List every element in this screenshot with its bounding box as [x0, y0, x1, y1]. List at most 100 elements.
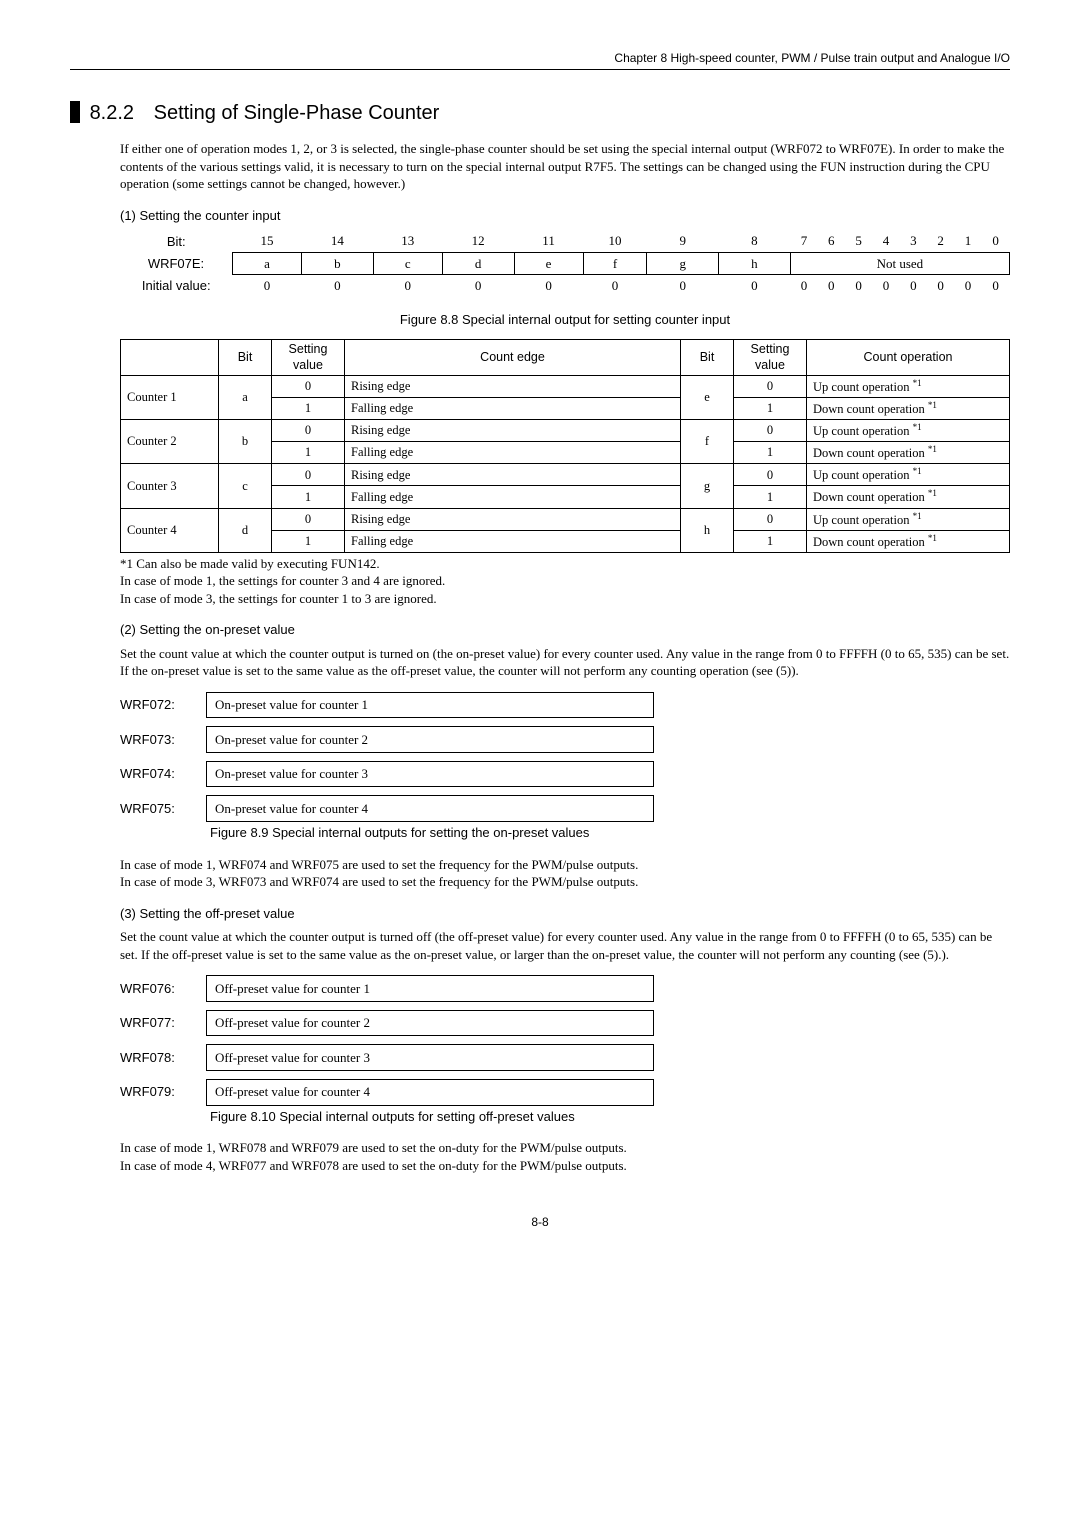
ct-sv: 0: [272, 420, 345, 442]
initial-val: 0: [845, 275, 872, 297]
ct-sv2: 1: [734, 530, 807, 552]
counter-table: Bit Setting value Count edge Bit Setting…: [120, 339, 1010, 553]
ct-sv2: 1: [734, 442, 807, 464]
ct-name: Counter 2: [121, 420, 219, 464]
ct-sv2: 0: [734, 376, 807, 398]
page-number: 8-8: [70, 1214, 1010, 1230]
part2-title: (2) Setting the on-preset value: [120, 621, 1010, 639]
ct-sv: 1: [272, 486, 345, 508]
ct-name: Counter 1: [121, 376, 219, 420]
ct-sv2: 1: [734, 486, 807, 508]
wrf-box: On-preset value for counter 1: [207, 692, 654, 718]
part3-note1: In case of mode 1, WRF078 and WRF079 are…: [120, 1139, 1010, 1157]
bit-cell: g: [647, 252, 719, 275]
bit-cell: b: [302, 252, 374, 275]
part3-desc: Set the count value at which the counter…: [120, 928, 1010, 963]
initial-val: 0: [583, 275, 647, 297]
ct-bit: c: [219, 464, 272, 508]
initial-val: 0: [514, 275, 583, 297]
bit: 4: [872, 230, 899, 252]
ct-sv2: 0: [734, 508, 807, 530]
ct-bit2: g: [681, 464, 734, 508]
ct-op: Up count operation *1: [807, 508, 1010, 530]
initial-val: 0: [373, 275, 442, 297]
ct-edge: Falling edge: [345, 530, 681, 552]
ct-h0: [121, 339, 219, 376]
ct-h4: Bit: [681, 339, 734, 376]
bit: 14: [302, 230, 374, 252]
ct-sv: 1: [272, 530, 345, 552]
bit-cell: e: [514, 252, 583, 275]
bit: 15: [233, 230, 302, 252]
ct-edge: Falling edge: [345, 442, 681, 464]
figure-8-9-caption: Figure 8.9 Special internal outputs for …: [210, 824, 1010, 842]
section-intro: If either one of operation modes 1, 2, o…: [120, 140, 1010, 193]
ct-name: Counter 3: [121, 464, 219, 508]
initial-val: 0: [927, 275, 954, 297]
initial-val: 0: [818, 275, 845, 297]
heading-bar-icon: [70, 101, 80, 123]
ct-sv: 0: [272, 464, 345, 486]
ct-bit2: h: [681, 508, 734, 552]
not-used-cell: Not used: [790, 252, 1009, 275]
ct-sv2: 0: [734, 420, 807, 442]
initial-val: 0: [647, 275, 719, 297]
bit-cell: d: [442, 252, 514, 275]
ct-sv2: 1: [734, 398, 807, 420]
bit: 12: [442, 230, 514, 252]
bit: 11: [514, 230, 583, 252]
bit-cell: h: [719, 252, 791, 275]
wrf-label: WRF079:: [120, 1079, 207, 1105]
initial-val: 0: [302, 275, 374, 297]
ct-sv: 0: [272, 376, 345, 398]
note-mode3: In case of mode 3, the settings for coun…: [120, 590, 1010, 608]
wrf-box: Off-preset value for counter 4: [207, 1079, 654, 1105]
wrf-label: WRF07E:: [120, 252, 233, 275]
off-preset-table: WRF076:Off-preset value for counter 1 WR…: [120, 975, 654, 1105]
part2-desc: Set the count value at which the counter…: [120, 645, 1010, 680]
section-heading: 8.2.2 Setting of Single-Phase Counter: [70, 100, 1010, 127]
bit: 13: [373, 230, 442, 252]
part2-note1: In case of mode 1, WRF074 and WRF075 are…: [120, 856, 1010, 874]
ct-bit: a: [219, 376, 272, 420]
ct-bit2: f: [681, 420, 734, 464]
bit: 7: [790, 230, 817, 252]
ct-h1: Bit: [219, 339, 272, 376]
wrf-label: WRF077:: [120, 1010, 207, 1036]
wrf-label: WRF078:: [120, 1045, 207, 1071]
wrf-label: WRF075:: [120, 796, 207, 822]
ct-op: Down count operation *1: [807, 442, 1010, 464]
wrf-box: On-preset value for counter 3: [207, 761, 654, 787]
ct-sv: 1: [272, 398, 345, 420]
bit: 1: [954, 230, 981, 252]
ct-op: Up count operation *1: [807, 376, 1010, 398]
initial-val: 0: [442, 275, 514, 297]
ct-edge: Rising edge: [345, 376, 681, 398]
wrf-box: Off-preset value for counter 3: [207, 1045, 654, 1071]
bit: 10: [583, 230, 647, 252]
bit-row-label: Bit:: [120, 230, 233, 252]
bit: 8: [719, 230, 791, 252]
ct-sv: 1: [272, 442, 345, 464]
initial-val: 0: [900, 275, 927, 297]
bit-cell: f: [583, 252, 647, 275]
bit: 9: [647, 230, 719, 252]
bit: 6: [818, 230, 845, 252]
part3-title: (3) Setting the off-preset value: [120, 905, 1010, 923]
part1-title: (1) Setting the counter input: [120, 207, 1010, 225]
ct-edge: Rising edge: [345, 508, 681, 530]
ct-name: Counter 4: [121, 508, 219, 552]
ct-edge: Falling edge: [345, 398, 681, 420]
ct-bit: b: [219, 420, 272, 464]
initial-val: 0: [719, 275, 791, 297]
ct-h5: Setting value: [734, 339, 807, 376]
bit: 0: [982, 230, 1010, 252]
bit-table: Bit: 15 14 13 12 11 10 9 8 7 6 5 4 3 2 1…: [120, 230, 1010, 297]
wrf-label: WRF076:: [120, 976, 207, 1002]
wrf-box: On-preset value for counter 2: [207, 727, 654, 753]
figure-8-8-caption: Figure 8.8 Special internal output for s…: [120, 311, 1010, 329]
ct-op: Up count operation *1: [807, 420, 1010, 442]
note-mode1: In case of mode 1, the settings for coun…: [120, 572, 1010, 590]
ct-h3: Count edge: [345, 339, 681, 376]
ct-edge: Falling edge: [345, 486, 681, 508]
